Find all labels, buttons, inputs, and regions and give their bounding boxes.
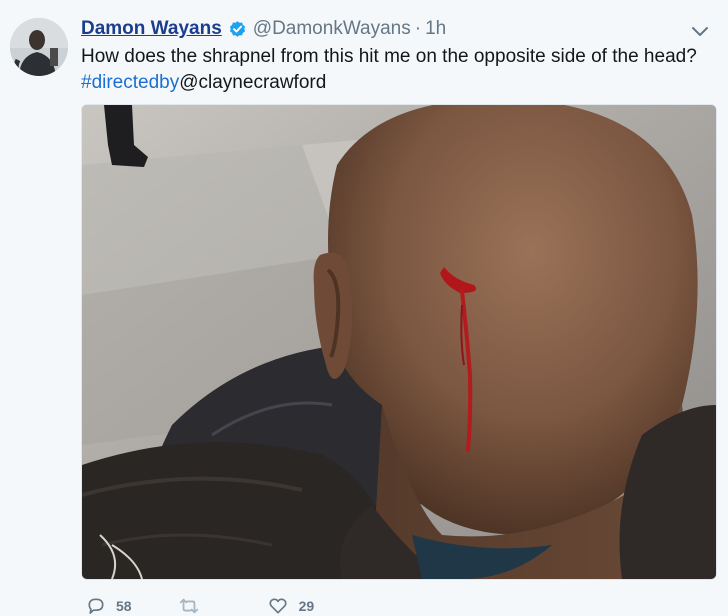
heart-icon: [268, 596, 288, 616]
author-name[interactable]: Damon Wayans: [81, 18, 222, 40]
reply-button[interactable]: 58: [86, 596, 132, 616]
author-handle[interactable]: @DamonkWayans: [253, 18, 411, 40]
reply-icon: [86, 596, 106, 616]
avatar[interactable]: [10, 18, 68, 76]
tweet-photo[interactable]: [81, 104, 717, 580]
retweet-button[interactable]: [178, 596, 200, 616]
timestamp[interactable]: 1h: [425, 18, 446, 40]
tweet-text: How does the shrapnel from this hit me o…: [81, 44, 711, 96]
tweet-text-links: #directedby@claynecrawford: [81, 70, 711, 96]
retweet-icon: [178, 596, 200, 616]
reply-count: 58: [116, 598, 132, 614]
tweet: Damon Wayans @DamonkWayans · 1h How does…: [0, 0, 728, 616]
separator: ·: [414, 18, 422, 39]
tweet-text-line: How does the shrapnel from this hit me o…: [81, 46, 697, 67]
hashtag-link[interactable]: #directedby: [81, 72, 179, 93]
like-count: 29: [298, 598, 315, 614]
mention-link[interactable]: @claynecrawford: [179, 72, 326, 93]
tweet-actions: 58 29: [81, 596, 314, 616]
chevron-down-icon[interactable]: [690, 22, 710, 42]
like-button[interactable]: 29: [268, 596, 315, 616]
verified-badge-icon: [228, 20, 247, 39]
tweet-header: Damon Wayans @DamonkWayans · 1h: [81, 17, 446, 41]
